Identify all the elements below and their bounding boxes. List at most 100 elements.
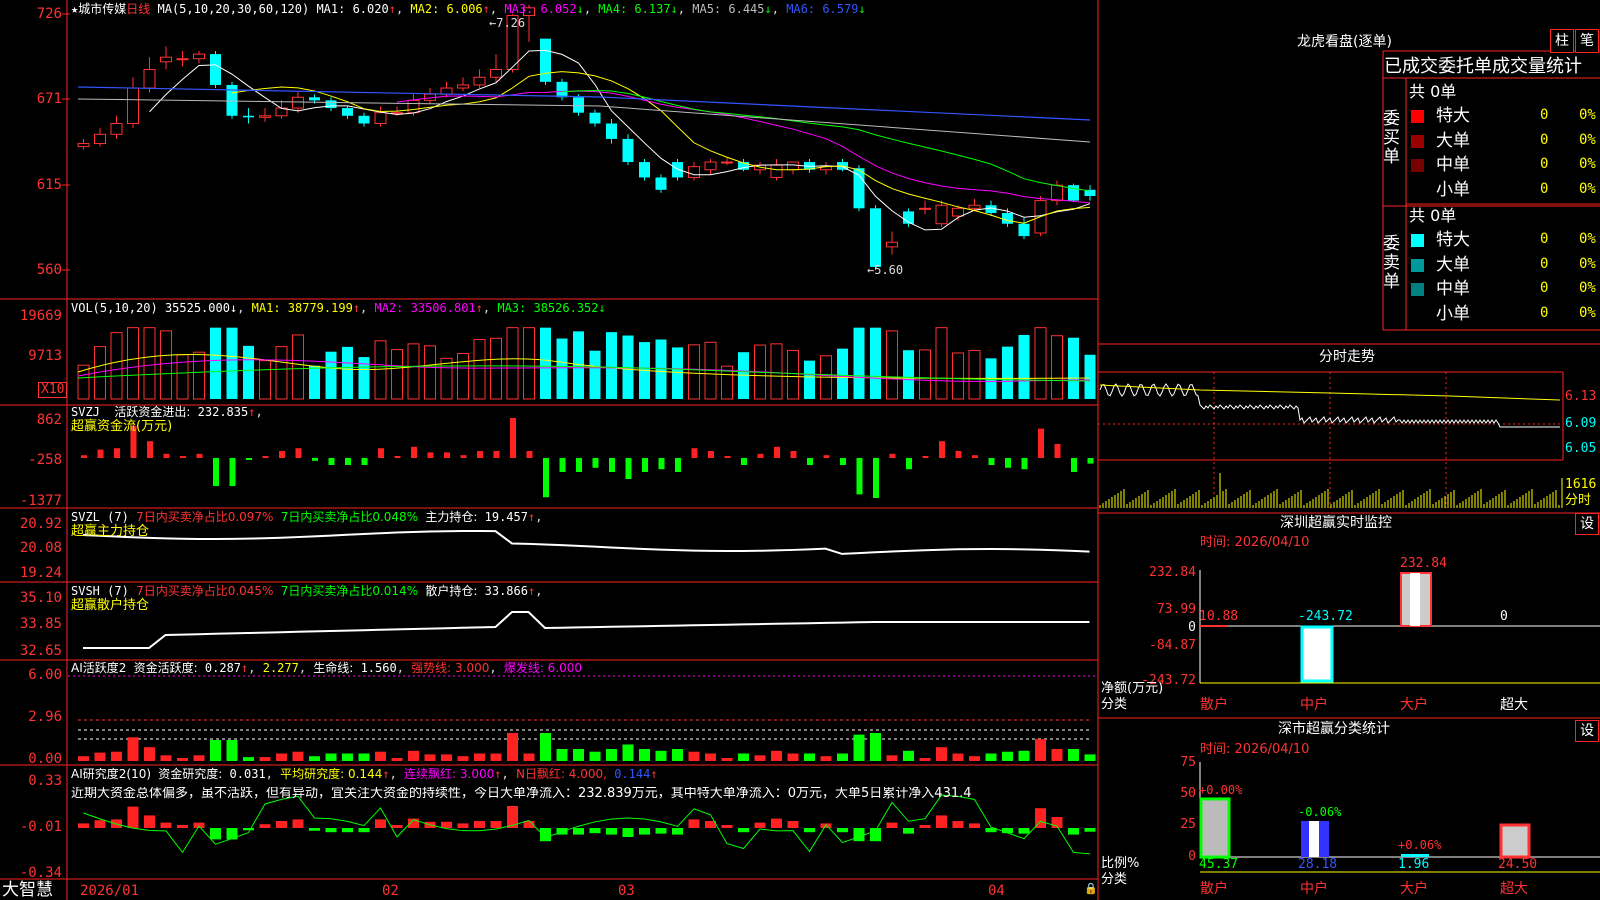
svzl-header: SVZL (7) 7日内买卖净占比0.097% 7日内买卖净占比0.048% 主…	[71, 510, 543, 524]
active-bar	[903, 750, 914, 761]
active-bar	[243, 757, 254, 761]
svsh-subtitle: 超赢散户持仓	[71, 598, 150, 613]
candle-body-down	[540, 38, 551, 82]
volume-bar-up	[523, 327, 535, 400]
tick-view-button[interactable]: 笔	[1575, 29, 1599, 53]
volume-bar-up	[770, 343, 783, 400]
buy-pct-4: 0%	[1579, 180, 1596, 197]
active-bar	[804, 753, 815, 761]
research-bar-down	[903, 828, 914, 834]
app-logo: 大智慧	[2, 880, 53, 900]
svzj-bar-out	[807, 458, 813, 465]
active-bar	[1051, 749, 1063, 761]
svzl-tick-1: 20.92	[19, 516, 62, 532]
monitor-val-retail: 10.88	[1199, 609, 1239, 624]
research-bar-up	[886, 822, 898, 828]
active-bar	[375, 751, 386, 761]
research-bar-down	[606, 828, 617, 835]
active-bar	[985, 753, 997, 761]
svzj-bar-out	[312, 458, 318, 461]
buy-label-4: 小单	[1436, 179, 1470, 200]
research-bar-down	[639, 828, 650, 835]
active-bar	[111, 751, 122, 761]
intraday-unit: 分时	[1565, 493, 1592, 508]
active-bar	[589, 751, 601, 761]
sell-swatch-3	[1411, 283, 1424, 296]
volume-bar-down	[1068, 337, 1079, 399]
svzj-bar-out	[1087, 458, 1094, 464]
ai-research-tick-3: -0.34	[19, 865, 62, 881]
sell-pct-1: 0%	[1579, 231, 1596, 247]
svzj-bar-out	[642, 458, 648, 472]
buy-side-label: 委买单	[1383, 109, 1400, 167]
volume-unit-badge[interactable]: X10	[38, 382, 68, 398]
sell-count-1: 0	[1540, 231, 1549, 247]
class-settings-button[interactable]: 设	[1575, 720, 1599, 742]
volume-bar-up	[292, 334, 304, 400]
research-bar-down	[589, 828, 601, 834]
intraday-price-3: 6.05	[1565, 441, 1597, 456]
monitor-xlabel: 分类	[1101, 697, 1128, 712]
svzj-bar-in	[1054, 444, 1061, 458]
class-top-big: +0.06%	[1398, 838, 1442, 852]
sell-count-4: 0	[1540, 304, 1549, 321]
svzl-tick-3: 19.24	[19, 565, 62, 581]
volume-header: VOL(5,10,20) 35525.000↓, MA1: 38779.199↑…	[71, 301, 606, 315]
volume-params: VOL(5,10,20)	[71, 301, 158, 315]
svzj-bar-in	[922, 456, 929, 458]
vol-tick-2: 9713	[28, 348, 62, 364]
research-bar-up	[457, 823, 469, 828]
research-bar-up	[391, 825, 403, 828]
research-bar-down	[358, 828, 370, 833]
svzj-bar-out	[1071, 458, 1077, 472]
legend-item-5: MA5: 6.445↓	[685, 2, 772, 16]
active-bar	[1018, 750, 1030, 761]
active-bar	[639, 749, 650, 761]
class-top-retail: +0.00%	[1199, 783, 1243, 797]
active-bar	[837, 753, 848, 761]
ai-active-tick-3: 0.00	[28, 751, 62, 767]
intraday-frame	[1097, 371, 1564, 461]
sell-count-2: 0	[1540, 255, 1549, 272]
research-bar-up	[936, 815, 947, 828]
research-bar-down	[853, 828, 865, 842]
bar-view-button[interactable]: 柱	[1550, 29, 1574, 53]
active-bar	[870, 733, 881, 761]
monitor-settings-button[interactable]: 设	[1575, 513, 1599, 535]
active-bar	[210, 740, 221, 761]
svzj-bar-out	[229, 458, 236, 486]
svzj-bar-out	[658, 458, 665, 470]
active-bar	[474, 753, 485, 761]
candle-body-down	[853, 168, 865, 209]
active-bar	[276, 753, 287, 761]
active-bar	[507, 733, 518, 761]
active-bar	[771, 750, 782, 761]
buy-count-2: 0	[1540, 131, 1549, 148]
candle-body-down	[589, 112, 601, 124]
active-bar	[523, 753, 535, 761]
stock-name[interactable]: 城市传媒	[78, 2, 126, 16]
research-bar-up	[94, 820, 106, 828]
active-bar	[94, 752, 106, 761]
sell-swatch-1	[1411, 234, 1424, 247]
volume-bar-up	[473, 339, 486, 400]
class-xlabel: 分类	[1101, 872, 1128, 887]
volume-bar-down	[870, 327, 881, 399]
dragon-title: 龙虎看盘(逐单)	[1297, 34, 1392, 50]
svzj-bar-in	[411, 446, 417, 458]
active-bar	[787, 753, 799, 761]
price-tick-671: 671	[36, 91, 62, 107]
research-bar-down	[210, 828, 221, 840]
candle-body-up	[259, 115, 271, 118]
monitor-ylabel: 净额(万元)	[1101, 681, 1164, 696]
candle-body-up	[1051, 184, 1063, 202]
lock-icon[interactable]: 🔒	[1084, 882, 1098, 896]
svzj-bar-in	[972, 455, 978, 458]
class-y-1: 75	[1180, 755, 1196, 770]
research-bar-down	[738, 828, 749, 833]
research-bar-up	[919, 825, 931, 828]
class-cat-super: 超大	[1500, 881, 1528, 897]
buy-count-1: 0	[1540, 107, 1549, 123]
period-label[interactable]: 日线	[126, 2, 150, 16]
research-bar-down	[573, 828, 584, 835]
